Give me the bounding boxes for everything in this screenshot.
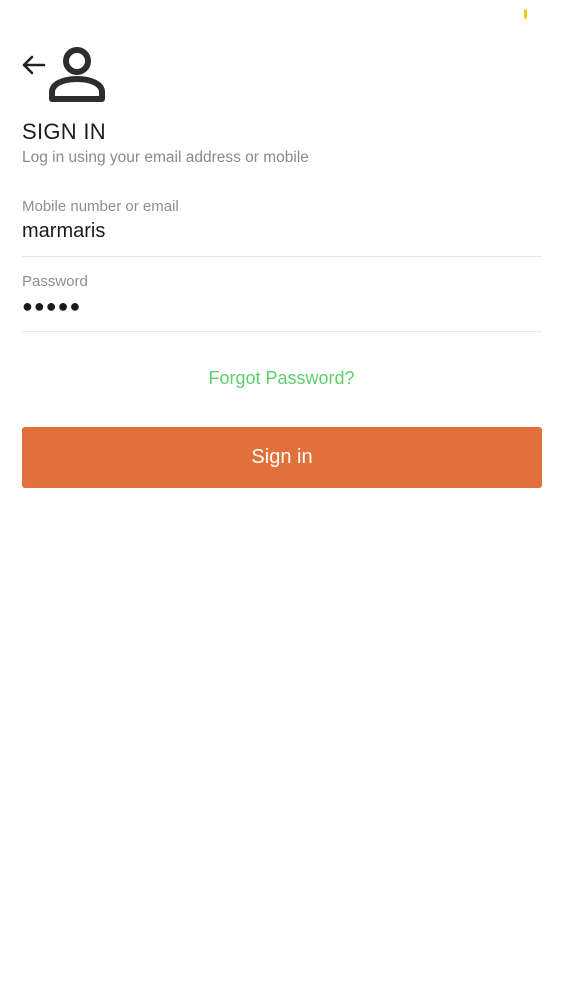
forgot-password-link[interactable]: Forgot Password? — [0, 368, 563, 389]
arrow-left-icon — [22, 55, 46, 75]
person-icon — [49, 47, 105, 102]
status-indicator-icon — [524, 9, 527, 19]
password-field: Password ●●●●● — [22, 273, 542, 332]
page-subtitle: Log in using your email address or mobil… — [22, 149, 309, 166]
page-title: SIGN IN — [22, 119, 106, 144]
sign-in-button[interactable]: Sign in — [22, 427, 542, 488]
back-button[interactable] — [18, 50, 48, 80]
password-field-label: Password — [22, 273, 88, 290]
email-field: Mobile number or email — [22, 198, 542, 257]
password-input[interactable]: ●●●●● — [22, 294, 542, 318]
email-field-label: Mobile number or email — [22, 198, 179, 215]
email-input[interactable] — [22, 219, 542, 243]
sign-in-screen: SIGN IN Log in using your email address … — [0, 0, 563, 1000]
